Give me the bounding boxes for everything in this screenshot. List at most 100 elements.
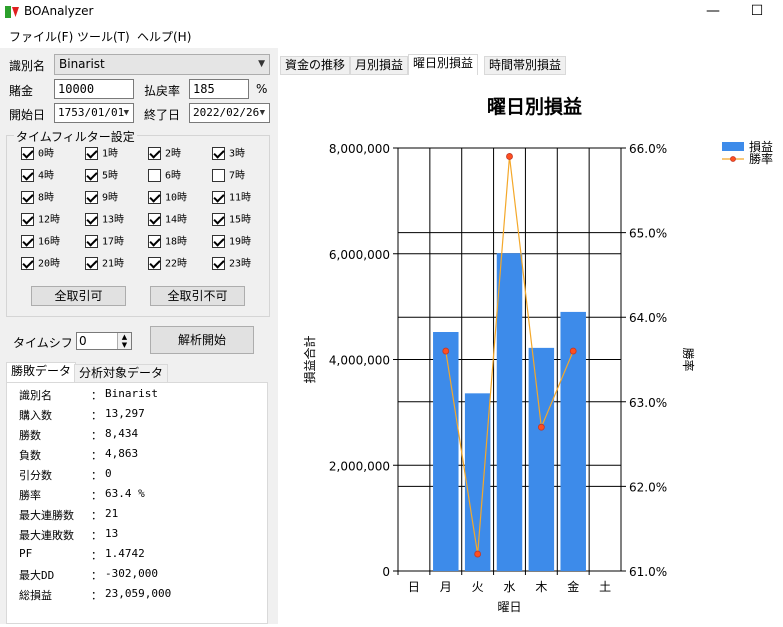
checkbox-checked-icon[interactable] [85, 147, 98, 160]
checkbox-checked-icon[interactable] [148, 191, 161, 204]
checkbox-checked-icon[interactable] [21, 169, 34, 182]
menu-file[interactable]: ファイル(F) [9, 28, 73, 45]
menu-tools[interactable]: ツール(T) [77, 28, 130, 45]
identifier-select[interactable]: Binarist ▼ [54, 54, 270, 75]
checkbox-checked-icon[interactable] [85, 235, 98, 248]
hour-checkbox[interactable]: 18時 [148, 235, 187, 251]
checkbox-checked-icon[interactable] [21, 191, 34, 204]
hour-checkbox[interactable]: 9時 [85, 191, 118, 207]
checkbox-checked-icon[interactable] [148, 147, 161, 160]
hour-checkbox-label: 10時 [165, 192, 188, 204]
deny-all-button[interactable]: 全取引不可 [150, 286, 245, 306]
win-rate-point [537, 423, 545, 431]
result-colon: ： [91, 489, 102, 502]
hour-checkbox[interactable]: 11時 [212, 191, 251, 207]
analyze-button[interactable]: 解析開始 [150, 326, 254, 354]
result-colon: ： [91, 449, 102, 462]
tab-fund-history[interactable]: 資金の推移 [280, 56, 351, 75]
checkbox-unchecked-icon[interactable] [148, 169, 161, 182]
time-shift-label: タイムシフト [13, 336, 85, 350]
checkbox-checked-icon[interactable] [212, 257, 225, 270]
hour-checkbox[interactable]: 2時 [148, 147, 181, 163]
chevron-down-icon: ▼ [258, 59, 265, 69]
hour-checkbox[interactable]: 19時 [212, 235, 251, 251]
hour-checkbox[interactable]: 20時 [21, 257, 60, 273]
checkbox-checked-icon[interactable] [148, 257, 161, 270]
result-key: 最大DD [19, 569, 55, 582]
checkbox-checked-icon[interactable] [21, 235, 34, 248]
start-date-value: 1753/01/01 [58, 106, 125, 119]
result-key: PF [19, 547, 33, 560]
hour-checkbox[interactable]: 6時 [148, 169, 181, 185]
checkbox-checked-icon[interactable] [148, 213, 161, 226]
checkbox-checked-icon[interactable] [85, 257, 98, 270]
checkbox-checked-icon[interactable] [21, 147, 34, 160]
checkbox-checked-icon[interactable] [212, 191, 225, 204]
x-tick-label: 土 [599, 580, 611, 594]
minimize-button[interactable]: — [690, 0, 736, 24]
y-tick-label: 2,000,000 [329, 459, 390, 473]
result-key: 勝率 [19, 489, 41, 502]
stake-input[interactable]: 10000 [54, 79, 134, 99]
x-tick-label: 日 [408, 580, 420, 594]
checkbox-checked-icon[interactable] [212, 213, 225, 226]
y2-tick-label: 62.0% [629, 480, 667, 494]
weekday-chart: 曜日別損益 0 2,000,000 4,000,000 6,000,000 8,000,0… [278, 75, 783, 624]
hour-checkbox-label: 13時 [102, 214, 125, 226]
hour-checkbox[interactable]: 10時 [148, 191, 187, 207]
checkbox-checked-icon[interactable] [21, 257, 34, 270]
start-date-picker[interactable]: 1753/01/01 ▼ [54, 103, 134, 123]
result-value: 13,297 [105, 407, 145, 420]
result-key: 引分数 [19, 469, 52, 482]
hour-checkbox[interactable]: 17時 [85, 235, 124, 251]
hour-checkbox[interactable]: 8時 [21, 191, 54, 207]
hour-checkbox[interactable]: 12時 [21, 213, 60, 229]
hour-checkbox[interactable]: 23時 [212, 257, 251, 273]
hour-checkbox[interactable]: 21時 [85, 257, 124, 273]
result-colon: ： [91, 589, 102, 602]
tab-weekday[interactable]: 曜日別損益 [408, 54, 479, 75]
result-value: 4,863 [105, 447, 139, 460]
tab-target-data[interactable]: 分析対象データ [74, 364, 169, 383]
end-date-picker[interactable]: 2022/02/26 ▼ [189, 103, 270, 123]
hour-checkbox[interactable]: 14時 [148, 213, 187, 229]
stepper-arrows-icon[interactable]: ▲ ▼ [117, 333, 131, 349]
allow-all-button[interactable]: 全取引可 [31, 286, 126, 306]
hour-checkbox[interactable]: 22時 [148, 257, 187, 273]
checkbox-checked-icon[interactable] [212, 147, 225, 160]
hour-checkbox[interactable]: 5時 [85, 169, 118, 185]
tab-win-loss[interactable]: 勝敗データ [6, 362, 77, 383]
hour-checkbox[interactable]: 16時 [21, 235, 60, 251]
result-colon: ： [91, 409, 102, 422]
hour-checkbox[interactable]: 1時 [85, 147, 118, 163]
result-value: 1.4742 [105, 547, 145, 560]
hour-checkbox-label: 12時 [38, 214, 61, 226]
checkbox-checked-icon[interactable] [21, 213, 34, 226]
checkbox-checked-icon[interactable] [212, 235, 225, 248]
chevron-down-icon: ▼ [123, 108, 129, 118]
tab-monthly[interactable]: 月別損益 [350, 56, 409, 75]
result-colon: ： [91, 509, 102, 522]
hour-checkbox[interactable]: 4時 [21, 169, 54, 185]
maximize-button[interactable]: ☐ [734, 0, 780, 24]
checkbox-unchecked-icon[interactable] [212, 169, 225, 182]
tab-hourly[interactable]: 時間帯別損益 [484, 56, 567, 75]
result-value: 0 [105, 467, 112, 480]
hour-checkbox[interactable]: 15時 [212, 213, 251, 229]
hour-checkbox-label: 17時 [102, 236, 125, 248]
result-value: -302,000 [105, 567, 158, 580]
hour-checkbox-label: 18時 [165, 236, 188, 248]
hour-checkbox[interactable]: 3時 [212, 147, 245, 163]
result-value: 23,059,000 [105, 587, 172, 600]
checkbox-checked-icon[interactable] [148, 235, 161, 248]
time-shift-stepper[interactable]: 0 ▲ ▼ [76, 332, 132, 350]
checkbox-checked-icon[interactable] [85, 169, 98, 182]
hour-checkbox[interactable]: 7時 [212, 169, 245, 185]
checkbox-checked-icon[interactable] [85, 213, 98, 226]
hour-checkbox[interactable]: 13時 [85, 213, 124, 229]
settings-panel: 識別名 Binarist ▼ 賭金 10000 払戻率 185 % 開始日 17… [0, 48, 278, 624]
hour-checkbox[interactable]: 0時 [21, 147, 54, 163]
payout-input[interactable]: 185 [189, 79, 249, 99]
menu-help[interactable]: ヘルプ(H) [137, 28, 191, 45]
checkbox-checked-icon[interactable] [85, 191, 98, 204]
